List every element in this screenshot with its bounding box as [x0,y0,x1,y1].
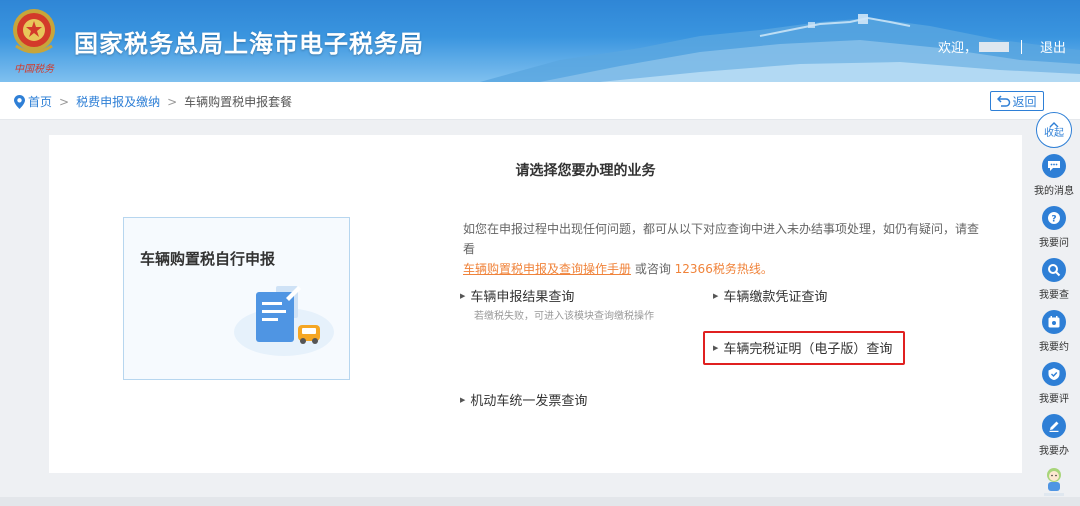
search-icon [1042,258,1066,282]
footer-strip [0,497,1080,506]
tool-label: 我的消息 [1034,186,1074,197]
tool-label: 我要评 [1039,394,1069,405]
divider [1020,39,1022,54]
breadcrumb-tax-declaration[interactable]: 税费申报及缴纳 [76,93,160,110]
declaration-result-query-label: 车辆申报结果查询 [470,290,575,305]
bullet-triangle-icon: ▶ [460,291,466,300]
svg-text:?: ? [1051,215,1056,225]
manual-link[interactable]: 车辆购置税申报及查询操作手册 [463,262,631,276]
location-pin-icon [14,94,25,109]
welcome-text: 欢迎， [937,41,977,56]
breadcrumb-separator: > [59,94,70,109]
vehicle-tax-self-declaration-tile[interactable]: 车辆购置税自行申报 [123,217,350,380]
tool-label: 我要问 [1039,238,1069,249]
edit-icon [1042,414,1066,438]
declaration-result-hint: 若缴税失败，可进入该模块查询缴税操作 [474,311,654,322]
tile-label: 车辆购置税自行申报 [140,250,276,268]
user-area: 欢迎， 退出 [938,37,1066,56]
payment-voucher-query-link[interactable]: ▶ 车辆缴款凭证查询 [713,286,827,305]
site-title: 国家税务总局上海市电子税务局 [74,30,424,58]
svg-text:中国税务: 中国税务 [14,63,55,75]
assistant-avatar-icon[interactable] [1042,466,1066,498]
tool-label: 我要约 [1039,342,1069,353]
tool-evaluate[interactable]: 我要评 [1030,362,1078,405]
breadcrumb-bar: 首页 > 税费申报及缴纳 > 车辆购置税申报套餐 [0,82,1080,120]
rating-icon [1042,362,1066,386]
breadcrumb-current: 车辆购置税申报套餐 [184,95,293,109]
payment-voucher-query-label: 车辆缴款凭证查询 [723,290,828,305]
tool-my-messages[interactable]: 我的消息 [1030,154,1078,197]
breadcrumb: 首页 > 税费申报及缴纳 > 车辆购置税申报套餐 [14,93,292,110]
main-card: 请选择您要办理的业务 车辆购置税自行申报 如您在申报过程中出现任何问题，都可从以… [49,135,1022,473]
bullet-triangle-icon: ▶ [460,395,466,404]
masked-username [978,41,1009,52]
back-button-label: 返回 [1012,94,1037,109]
tool-label: 我要办 [1039,446,1069,457]
notice-text: 如您在申报过程中出现任何问题，都可从以下对应查询中进入未办结事项处理，如仍有疑问… [463,222,980,256]
header-banner: 中国税务 国家税务总局上海市电子税务局 欢迎， 退出 [0,0,1080,82]
question-icon: ? [1042,206,1066,230]
tool-label: 我要查 [1039,290,1069,301]
notice-text-block: 如您在申报过程中出现任何问题，都可从以下对应查询中进入未办结事项处理，如仍有疑问… [463,219,983,279]
back-button[interactable]: 返回 [990,91,1044,111]
chevron-up-icon [1049,121,1059,127]
motor-invoice-query-link[interactable]: ▶ 机动车统一发票查询 [460,390,587,409]
tool-ask[interactable]: ? 我要问 [1030,206,1078,249]
tool-appointment[interactable]: 我要约 [1030,310,1078,353]
breadcrumb-separator: > [167,94,178,109]
tool-handle[interactable]: 我要办 [1030,414,1078,457]
collapse-button[interactable]: 收起 [1036,112,1072,148]
tax-emblem-logo: 中国税务 [13,9,55,75]
hotline-text: 12366税务热线。 [674,262,773,276]
message-icon [1042,154,1066,178]
bullet-triangle-icon: ▶ [713,291,719,300]
back-arrow-icon [997,95,1011,107]
breadcrumb-home[interactable]: 首页 [28,93,52,110]
collapse-label: 收起 [1044,127,1064,139]
tool-search[interactable]: 我要查 [1030,258,1078,301]
logout-link[interactable]: 退出 [1040,37,1066,56]
declaration-result-query-link[interactable]: ▶ 车辆申报结果查询 [460,286,574,305]
document-car-illustration [234,286,334,356]
notice-mid: 或咨询 [631,262,675,276]
motor-invoice-query-label: 机动车统一发票查询 [470,394,588,409]
red-highlight-box [703,331,905,365]
calendar-icon [1042,310,1066,334]
page-title: 请选择您要办理的业务 [515,163,656,179]
